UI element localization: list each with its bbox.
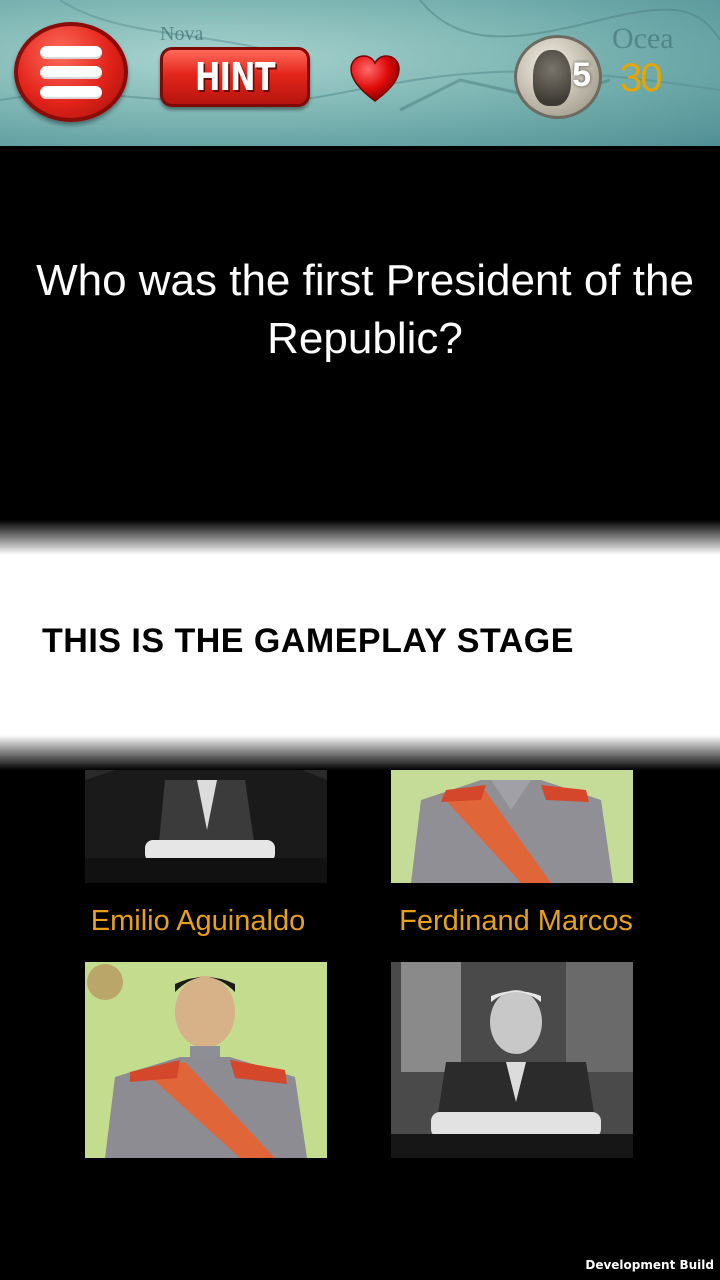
coin-portrait	[533, 50, 571, 106]
menu-icon-bar	[40, 86, 102, 99]
development-build-label: Development Build	[585, 1258, 714, 1272]
hint-button[interactable]: HINT	[160, 47, 310, 107]
answer-image-bottom-right[interactable]	[391, 962, 633, 1158]
hint-button-label: HINT	[195, 55, 276, 99]
coin-denomination: 5	[572, 56, 591, 94]
top-bar: Nova Ocea HINT 5 30	[0, 0, 720, 146]
menu-icon-bar	[40, 66, 102, 79]
answer-label-right[interactable]: Ferdinand Marcos	[366, 905, 666, 938]
question-text: Who was the first President of the Repub…	[36, 256, 694, 363]
stage-banner-text: THIS IS THE GAMEPLAY STAGE	[42, 622, 574, 660]
map-word-1: Nova	[160, 23, 203, 45]
coin-icon: 5	[514, 35, 602, 119]
heart-icon[interactable]	[349, 53, 401, 105]
menu-icon-bar	[40, 46, 102, 59]
portrait-man-uniform	[85, 962, 327, 1158]
map-word-2: Ocea	[612, 22, 674, 55]
coin-count: 30	[620, 56, 662, 100]
answer-image-bottom-left[interactable]	[85, 962, 327, 1158]
portrait-man-suit	[391, 962, 633, 1158]
answer-label-left[interactable]: Emilio Aguinaldo	[48, 905, 348, 938]
menu-button[interactable]	[14, 22, 128, 122]
